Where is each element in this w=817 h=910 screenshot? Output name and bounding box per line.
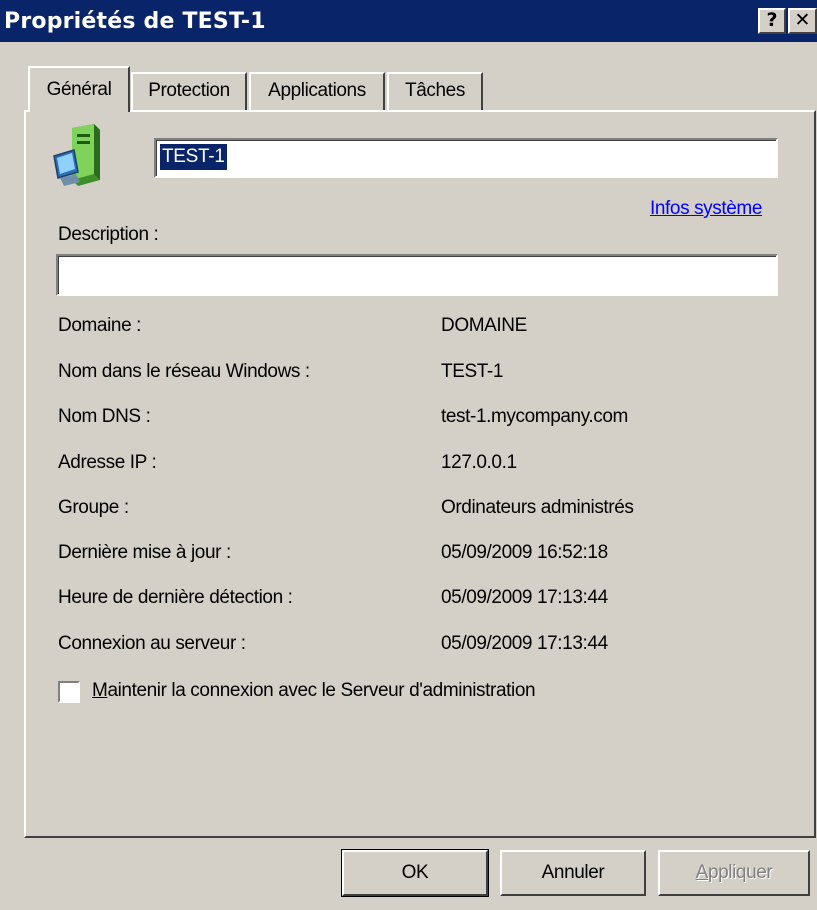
domain-value: DOMAINE: [441, 315, 527, 336]
tab-applications[interactable]: Applications: [249, 72, 385, 110]
last-update-value: 05/09/2009 16:52:18: [441, 542, 608, 563]
close-icon: ✕: [794, 9, 811, 31]
windows-name-value: TEST-1: [441, 361, 504, 382]
ok-button[interactable]: OK: [341, 849, 489, 897]
system-info-link[interactable]: Infos système: [650, 198, 762, 220]
computer-name-field[interactable]: [154, 138, 778, 178]
tab-protection[interactable]: Protection: [131, 72, 247, 110]
computer-icon: [53, 124, 100, 186]
tab-general-label: Général: [46, 79, 112, 100]
last-detection-value: 05/09/2009 17:13:44: [441, 587, 608, 608]
last-update-label: Dernière mise à jour :: [58, 542, 231, 563]
keep-connection-checkbox[interactable]: [58, 681, 80, 703]
title-bar: Propriétés de TEST-1 ? ✕: [0, 0, 817, 42]
server-connection-value: 05/09/2009 17:13:44: [441, 633, 608, 654]
help-icon: ?: [766, 9, 778, 31]
last-detection-label: Heure de dernière détection :: [58, 587, 293, 608]
tab-taches[interactable]: Tâches: [387, 72, 483, 110]
keep-connection-label-text: aintenir la connexion avec le Serveur d'…: [107, 680, 536, 701]
tab-taches-label: Tâches: [405, 80, 465, 101]
domain-label: Domaine :: [58, 315, 141, 336]
apply-button[interactable]: Appliquer: [658, 850, 810, 896]
windows-name-label: Nom dans le réseau Windows :: [58, 361, 310, 382]
description-label: Description :: [58, 224, 159, 245]
tab-applications-label: Applications: [268, 80, 366, 101]
help-button[interactable]: ?: [758, 8, 786, 34]
keep-connection-label[interactable]: Maintenir la connexion avec le Serveur d…: [92, 680, 536, 702]
window-title: Propriétés de TEST-1: [4, 9, 266, 34]
ip-address-label: Adresse IP :: [58, 452, 157, 473]
dns-name-value: test-1.mycompany.com: [441, 406, 628, 427]
apply-button-label: ppliquer: [707, 862, 773, 883]
keep-connection-mnemonic: M: [92, 680, 108, 701]
close-button[interactable]: ✕: [788, 8, 817, 34]
tab-protection-label: Protection: [148, 80, 230, 101]
apply-button-mnemonic: A: [695, 862, 709, 883]
server-connection-label: Connexion au serveur :: [58, 633, 246, 654]
ok-button-label: OK: [401, 862, 429, 883]
description-field[interactable]: [56, 254, 778, 296]
computer-name-value: TEST-1: [160, 144, 227, 170]
group-label: Groupe :: [58, 497, 129, 518]
cancel-button[interactable]: Annuler: [500, 850, 646, 896]
group-value: Ordinateurs administrés: [441, 497, 634, 518]
tab-general[interactable]: Général: [28, 66, 130, 112]
ip-address-value: 127.0.0.1: [441, 452, 517, 473]
dns-name-label: Nom DNS :: [58, 406, 151, 427]
cancel-button-label: Annuler: [541, 862, 605, 883]
